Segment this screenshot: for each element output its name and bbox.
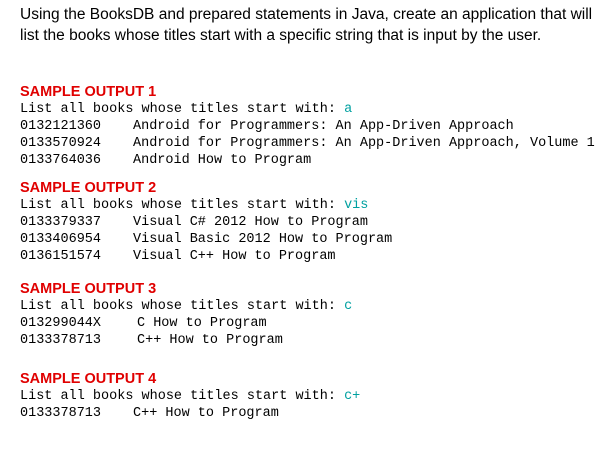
user-input: vis bbox=[344, 198, 369, 213]
prompt-line: List all books whose titles start with: … bbox=[20, 298, 600, 315]
prompt-text: List all books whose titles start with: bbox=[20, 198, 345, 213]
sample-heading: SAMPLE OUTPUT 2 bbox=[20, 180, 157, 196]
book-title: Visual C# 2012 How to Program bbox=[133, 215, 368, 230]
prompt-line: List all books whose titles start with: … bbox=[20, 197, 600, 214]
result-row: 0136151574 Visual C++ How to Program bbox=[20, 248, 600, 265]
book-title: Android for Programmers: An App-Driven A… bbox=[133, 119, 514, 134]
prompt-text: List all books whose titles start with: bbox=[20, 299, 345, 314]
assignment-instructions: Using the BooksDB and prepared statement… bbox=[20, 6, 593, 44]
sample-output-1: SAMPLE OUTPUT 1 List all books whose tit… bbox=[20, 84, 600, 169]
user-input: c+ bbox=[344, 389, 361, 404]
isbn: 0133378713 bbox=[20, 406, 102, 421]
result-row: 0132121360 Android for Programmers: An Ap… bbox=[20, 118, 600, 135]
isbn: 0136151574 bbox=[20, 249, 102, 264]
prompt-line: List all books whose titles start with: … bbox=[20, 101, 600, 118]
sample-output-2: SAMPLE OUTPUT 2 List all books whose tit… bbox=[20, 180, 600, 265]
sample-heading: SAMPLE OUTPUT 3 bbox=[20, 281, 157, 297]
book-title: Visual C++ How to Program bbox=[133, 249, 336, 264]
book-title: Android How to Program bbox=[133, 153, 312, 168]
isbn: 0133379337 bbox=[20, 215, 102, 230]
isbn: 0133570924 bbox=[20, 136, 102, 151]
user-input: a bbox=[344, 102, 353, 117]
prompt-text: List all books whose titles start with: bbox=[20, 102, 345, 117]
sample-output-3: SAMPLE OUTPUT 3 List all books whose tit… bbox=[20, 281, 600, 349]
prompt-text: List all books whose titles start with: bbox=[20, 389, 345, 404]
prompt-line: List all books whose titles start with: … bbox=[20, 388, 600, 405]
user-input: c bbox=[344, 299, 353, 314]
book-title: Android for Programmers: An App-Driven A… bbox=[133, 136, 595, 151]
book-title: Visual Basic 2012 How to Program bbox=[133, 232, 393, 247]
sample-heading: SAMPLE OUTPUT 1 bbox=[20, 84, 157, 100]
book-title: C How to Program bbox=[137, 316, 267, 331]
isbn: 0132121360 bbox=[20, 119, 102, 134]
isbn: 0133764036 bbox=[20, 153, 102, 168]
result-row: 0133378713 C++ How to Program bbox=[20, 332, 600, 349]
sample-output-4: SAMPLE OUTPUT 4 List all books whose tit… bbox=[20, 371, 600, 422]
result-row: 0133570924 Android for Programmers: An Ap… bbox=[20, 135, 600, 152]
isbn: 0133406954 bbox=[20, 232, 102, 247]
sample-heading: SAMPLE OUTPUT 4 bbox=[20, 371, 157, 387]
book-title: C++ How to Program bbox=[137, 333, 283, 348]
isbn: 0133378713 bbox=[20, 333, 102, 348]
result-row: 013299044X C How to Program bbox=[20, 315, 600, 332]
result-row: 0133764036 Android How to Program bbox=[20, 152, 600, 169]
result-row: 0133379337 Visual C# 2012 How to Program bbox=[20, 214, 600, 231]
isbn: 013299044X bbox=[20, 316, 102, 331]
book-title: C++ How to Program bbox=[133, 406, 279, 421]
result-row: 0133406954 Visual Basic 2012 How to Progr… bbox=[20, 231, 600, 248]
result-row: 0133378713 C++ How to Program bbox=[20, 405, 600, 422]
